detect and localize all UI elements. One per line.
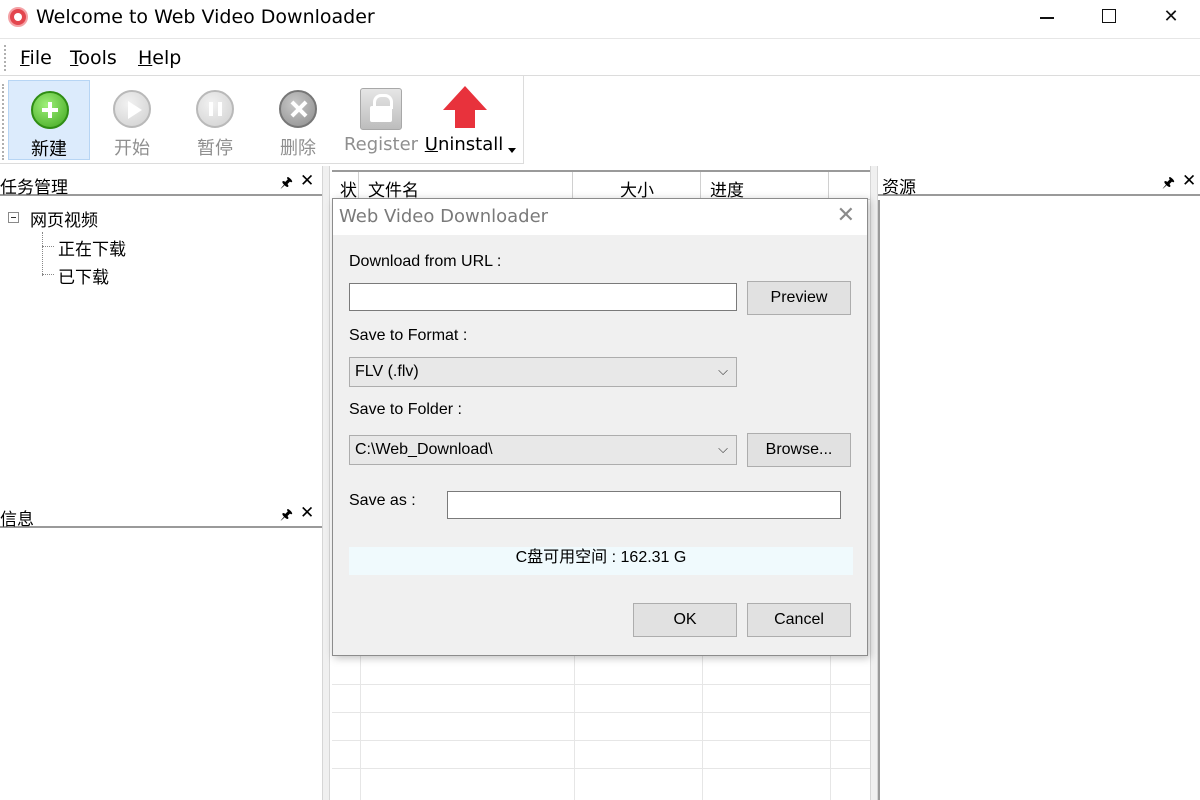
window-title: Welcome to Web Video Downloader — [36, 6, 375, 28]
tree-item-downloaded[interactable]: 已下载 — [58, 263, 109, 288]
format-label: Save to Format : — [349, 327, 468, 344]
toolbar: 新建 开始 暂停 删除 Register Uninstall — [0, 76, 524, 164]
close-icon[interactable]: ✕ — [300, 171, 314, 191]
pin-icon[interactable]: 🖈 — [280, 504, 293, 528]
preview-button[interactable]: Preview — [747, 281, 851, 315]
add-icon — [31, 91, 69, 129]
cancel-button[interactable]: Cancel — [747, 603, 851, 637]
splitter-right[interactable] — [870, 166, 878, 800]
start-label: 开始 — [114, 138, 150, 159]
menu-tools[interactable]: Tools — [70, 47, 117, 69]
minimize-icon — [1040, 17, 1054, 19]
dialog-titlebar: Web Video Downloader ✕ — [333, 199, 867, 235]
delete-icon — [279, 90, 317, 128]
app-icon — [8, 7, 28, 27]
info-panel-title: 信息 — [0, 510, 34, 530]
toolbar-grip — [2, 84, 5, 160]
tree-connector — [42, 246, 54, 247]
new-label: 新建 — [31, 139, 67, 160]
close-window-button[interactable]: ✕ — [1140, 0, 1200, 36]
folder-label: Save to Folder : — [349, 401, 462, 418]
saveas-input[interactable] — [447, 491, 841, 519]
close-icon[interactable]: ✕ — [300, 503, 314, 523]
resource-panel-title: 资源 — [882, 178, 916, 198]
task-panel-header: 任务管理 🖈 ✕ — [0, 170, 322, 198]
grid-line — [332, 712, 870, 713]
new-download-dialog: Web Video Downloader ✕ Download from URL… — [332, 198, 868, 656]
tree-connector — [42, 274, 54, 275]
close-icon[interactable]: ✕ — [1182, 171, 1196, 191]
menu-file[interactable]: File — [20, 47, 52, 69]
minimize-button[interactable] — [1016, 0, 1078, 36]
play-icon — [113, 90, 151, 128]
menubar-grip — [4, 45, 7, 71]
chevron-down-icon: ⌵ — [718, 442, 728, 457]
folder-select[interactable]: C:\Web_Download\ ⌵ — [349, 435, 737, 465]
tree-root[interactable]: 网页视频 — [30, 206, 98, 231]
pause-label: 暂停 — [197, 138, 233, 159]
saveas-label: Save as : — [349, 492, 416, 509]
pin-icon[interactable]: 🖈 — [280, 172, 293, 196]
grid-line — [332, 684, 870, 685]
pin-icon[interactable]: 🖈 — [1162, 172, 1175, 196]
chevron-down-icon: ⌵ — [718, 364, 728, 379]
dialog-title: Web Video Downloader — [339, 206, 549, 227]
grid-line — [332, 740, 870, 741]
resource-panel-header: 资源 🖈 ✕ — [878, 170, 1200, 198]
maximize-icon — [1102, 9, 1116, 23]
grid-line — [332, 768, 870, 769]
info-panel-header: 信息 🖈 ✕ — [0, 502, 322, 530]
delete-button[interactable]: 删除 — [257, 80, 339, 160]
url-input[interactable] — [349, 283, 737, 311]
ok-button[interactable]: OK — [633, 603, 737, 637]
uninstall-button[interactable]: Uninstall — [423, 80, 505, 160]
register-button[interactable]: Register — [340, 80, 422, 160]
pause-button[interactable]: 暂停 — [174, 80, 256, 160]
maximize-button[interactable] — [1078, 0, 1140, 36]
start-button[interactable]: 开始 — [91, 80, 173, 160]
url-label: Download from URL : — [349, 253, 502, 270]
dialog-close-icon[interactable]: ✕ — [837, 203, 855, 228]
menu-bar: File Tools Help — [0, 38, 1200, 76]
delete-label: 删除 — [280, 138, 316, 159]
title-bar: Welcome to Web Video Downloader ✕ — [0, 0, 1200, 36]
register-label: Register — [343, 134, 419, 155]
tree-item-downloading[interactable]: 正在下载 — [58, 235, 126, 260]
task-panel-title: 任务管理 — [0, 178, 68, 198]
format-select[interactable]: FLV (.flv) ⌵ — [349, 357, 737, 387]
menu-help[interactable]: Help — [138, 47, 181, 69]
arrow-up-icon — [443, 86, 487, 130]
uninstall-label: Uninstall — [424, 134, 504, 155]
collapse-icon[interactable] — [8, 212, 19, 223]
free-space-info: C盘可用空间 : 162.31 G — [349, 547, 853, 575]
lock-icon — [360, 88, 402, 130]
pause-icon — [196, 90, 234, 128]
close-icon: ✕ — [1163, 6, 1179, 27]
toolbar-overflow-icon[interactable] — [508, 148, 516, 153]
splitter-left[interactable] — [322, 166, 330, 800]
browse-button[interactable]: Browse... — [747, 433, 851, 467]
folder-value: C:\Web_Download\ — [355, 441, 493, 458]
resource-panel-body — [878, 200, 1200, 800]
download-list-header: 状 文件名 大小 进度 — [332, 170, 870, 201]
tree-connector — [42, 232, 43, 276]
format-value: FLV (.flv) — [355, 363, 419, 380]
new-button[interactable]: 新建 — [8, 80, 90, 160]
